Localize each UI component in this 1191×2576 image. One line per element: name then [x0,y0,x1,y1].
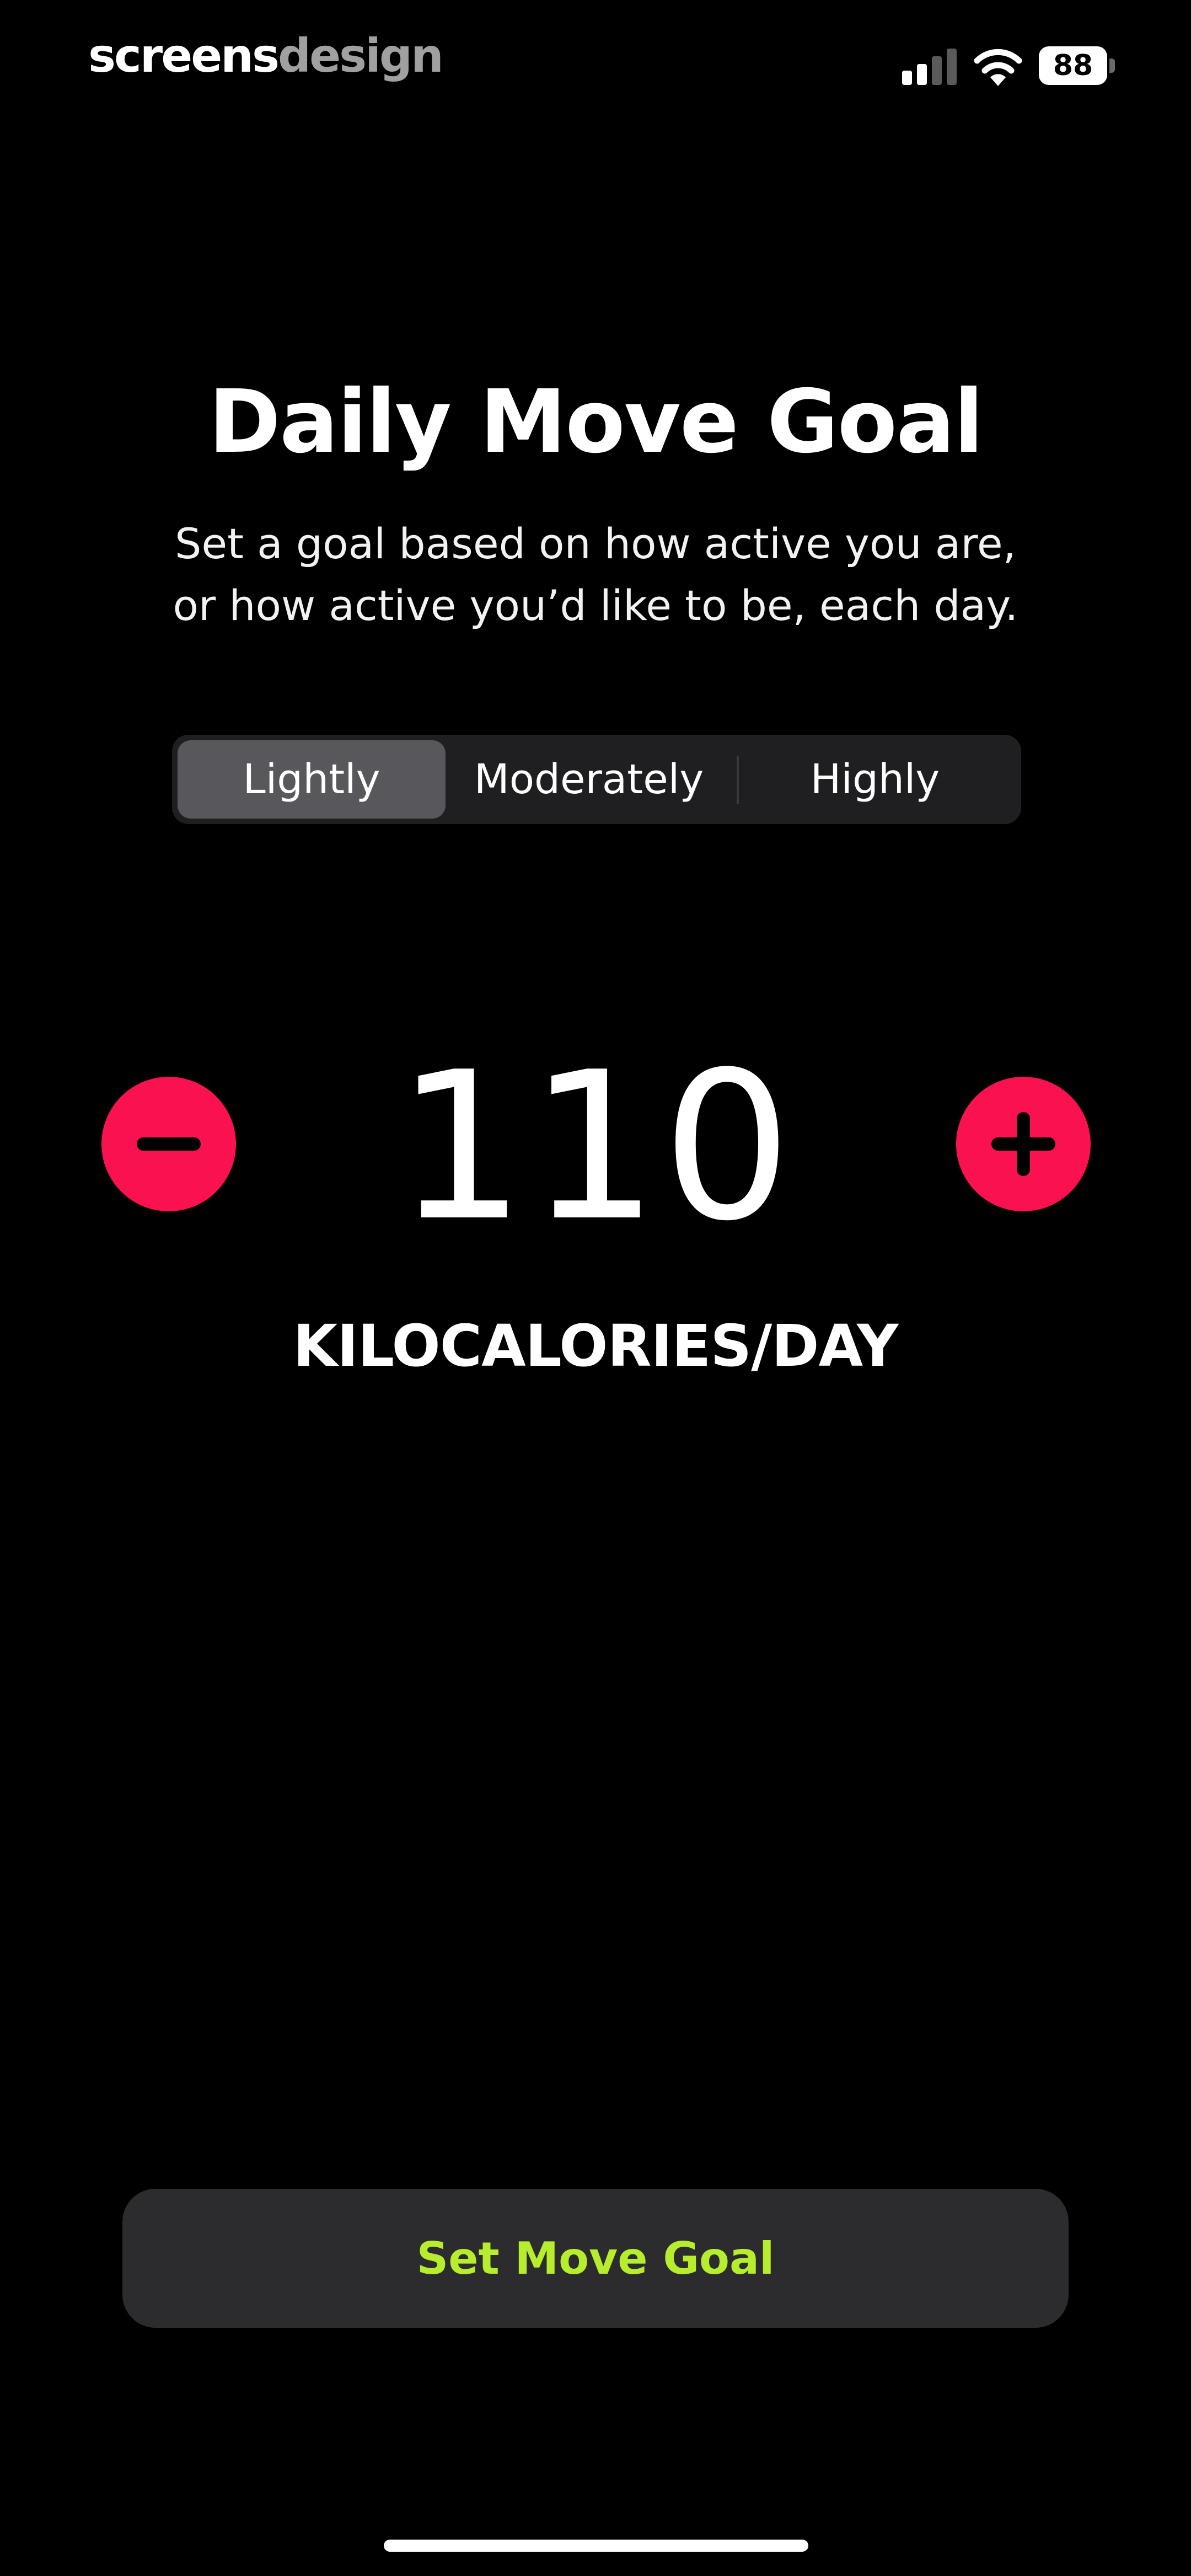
increase-goal-button[interactable] [956,1077,1091,1211]
battery-level: 88 [1039,46,1107,85]
plus-icon [991,1112,1055,1176]
battery-indicator: 88 [1039,46,1115,85]
subtitle-line-1: Set a goal based on how active you are, [175,519,1016,568]
brand-logo-primary: screens [88,29,280,83]
segment-lightly[interactable]: Lightly [178,740,446,819]
goal-unit-label: KILOCALORIES/DAY [293,1312,899,1380]
segment-highly[interactable]: Highly [734,740,1016,819]
page-subtitle: Set a goal based on how active you are, … [0,513,1191,637]
activity-level-segmented-control: Lightly Moderately Highly [172,735,1021,824]
battery-cap [1109,58,1115,73]
set-move-goal-button[interactable]: Set Move Goal [122,2189,1069,2328]
brand-logo: screensdesign [88,25,444,86]
home-indicator[interactable] [384,2540,808,2552]
cellular-signal-icon [902,49,957,85]
brand-logo-secondary: design [277,29,444,83]
wifi-icon [973,46,1023,86]
page-title: Daily Move Goal [208,371,984,473]
segment-moderately[interactable]: Moderately [446,740,732,819]
subtitle-line-2: or how active you’d like to be, each day… [173,581,1018,630]
